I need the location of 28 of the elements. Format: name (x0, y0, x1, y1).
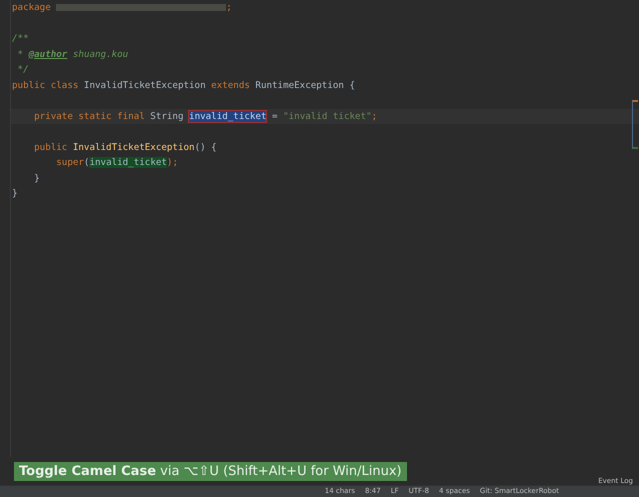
code-token: extends (211, 80, 251, 90)
caption-banner: Toggle Camel Case via ⌥⇧U (Shift+Alt+U for Win/Linux) (14, 462, 407, 480)
code-token: RuntimeException { (255, 80, 355, 90)
code-token: InvalidTicketException (72, 142, 195, 152)
code-token: InvalidTicketException (84, 80, 207, 90)
code-token: package (12, 2, 52, 13)
code-token: shuang.kou (72, 48, 128, 60)
code-token: public class (12, 80, 80, 90)
code-token: @author (28, 48, 68, 60)
code-token: private static final (33, 110, 146, 122)
code-token: } (33, 172, 40, 184)
code-token: /** (12, 33, 29, 44)
code-token: ; (372, 110, 378, 122)
code-token: ( (84, 157, 90, 168)
code-token: } (12, 188, 18, 199)
code-token: ); (166, 157, 178, 168)
code-token: String (150, 110, 184, 122)
code-token: * (16, 48, 24, 60)
code-token: "invalid ticket" (283, 110, 372, 122)
code-token: () { (194, 142, 217, 152)
code-token: invalid_ticket (189, 110, 266, 122)
code-token: = (271, 110, 279, 122)
code-token: super (55, 157, 84, 168)
code-token: ; (226, 2, 232, 13)
scrollbar-markers (632, 100, 638, 149)
code-token: public (33, 142, 68, 152)
code-token: invalid_ticket (89, 157, 167, 168)
code-token: */ (16, 64, 29, 75)
